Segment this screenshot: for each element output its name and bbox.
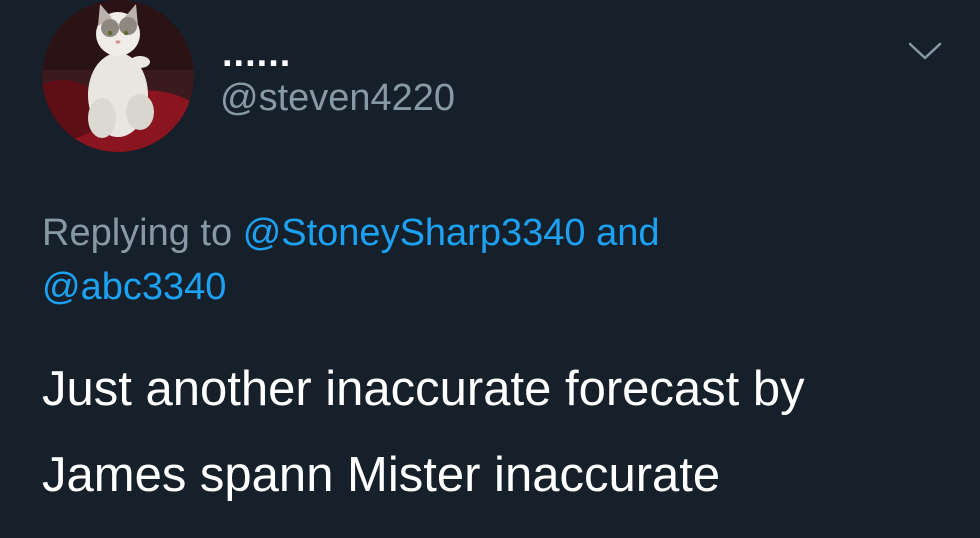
mention-link[interactable]: @abc3340 [42, 266, 226, 308]
mention-link[interactable]: @StoneySharp3340 [243, 212, 586, 254]
avatar[interactable] [42, 0, 194, 152]
chevron-down-icon[interactable] [906, 38, 944, 64]
display-name[interactable]: ...... [222, 34, 291, 74]
replying-to-conjunction: and [596, 212, 660, 254]
tweet-text: Just another inaccurate forecast by Jame… [42, 362, 805, 502]
replying-to: Replying to @StoneySharp3340 and @abc334… [42, 206, 962, 314]
replying-to-label: Replying to [42, 212, 233, 254]
cat-photo [42, 0, 194, 152]
user-handle[interactable]: @steven4220 [220, 76, 455, 120]
tweet-card: ...... @steven4220 Replying to @StoneySh… [0, 0, 980, 538]
